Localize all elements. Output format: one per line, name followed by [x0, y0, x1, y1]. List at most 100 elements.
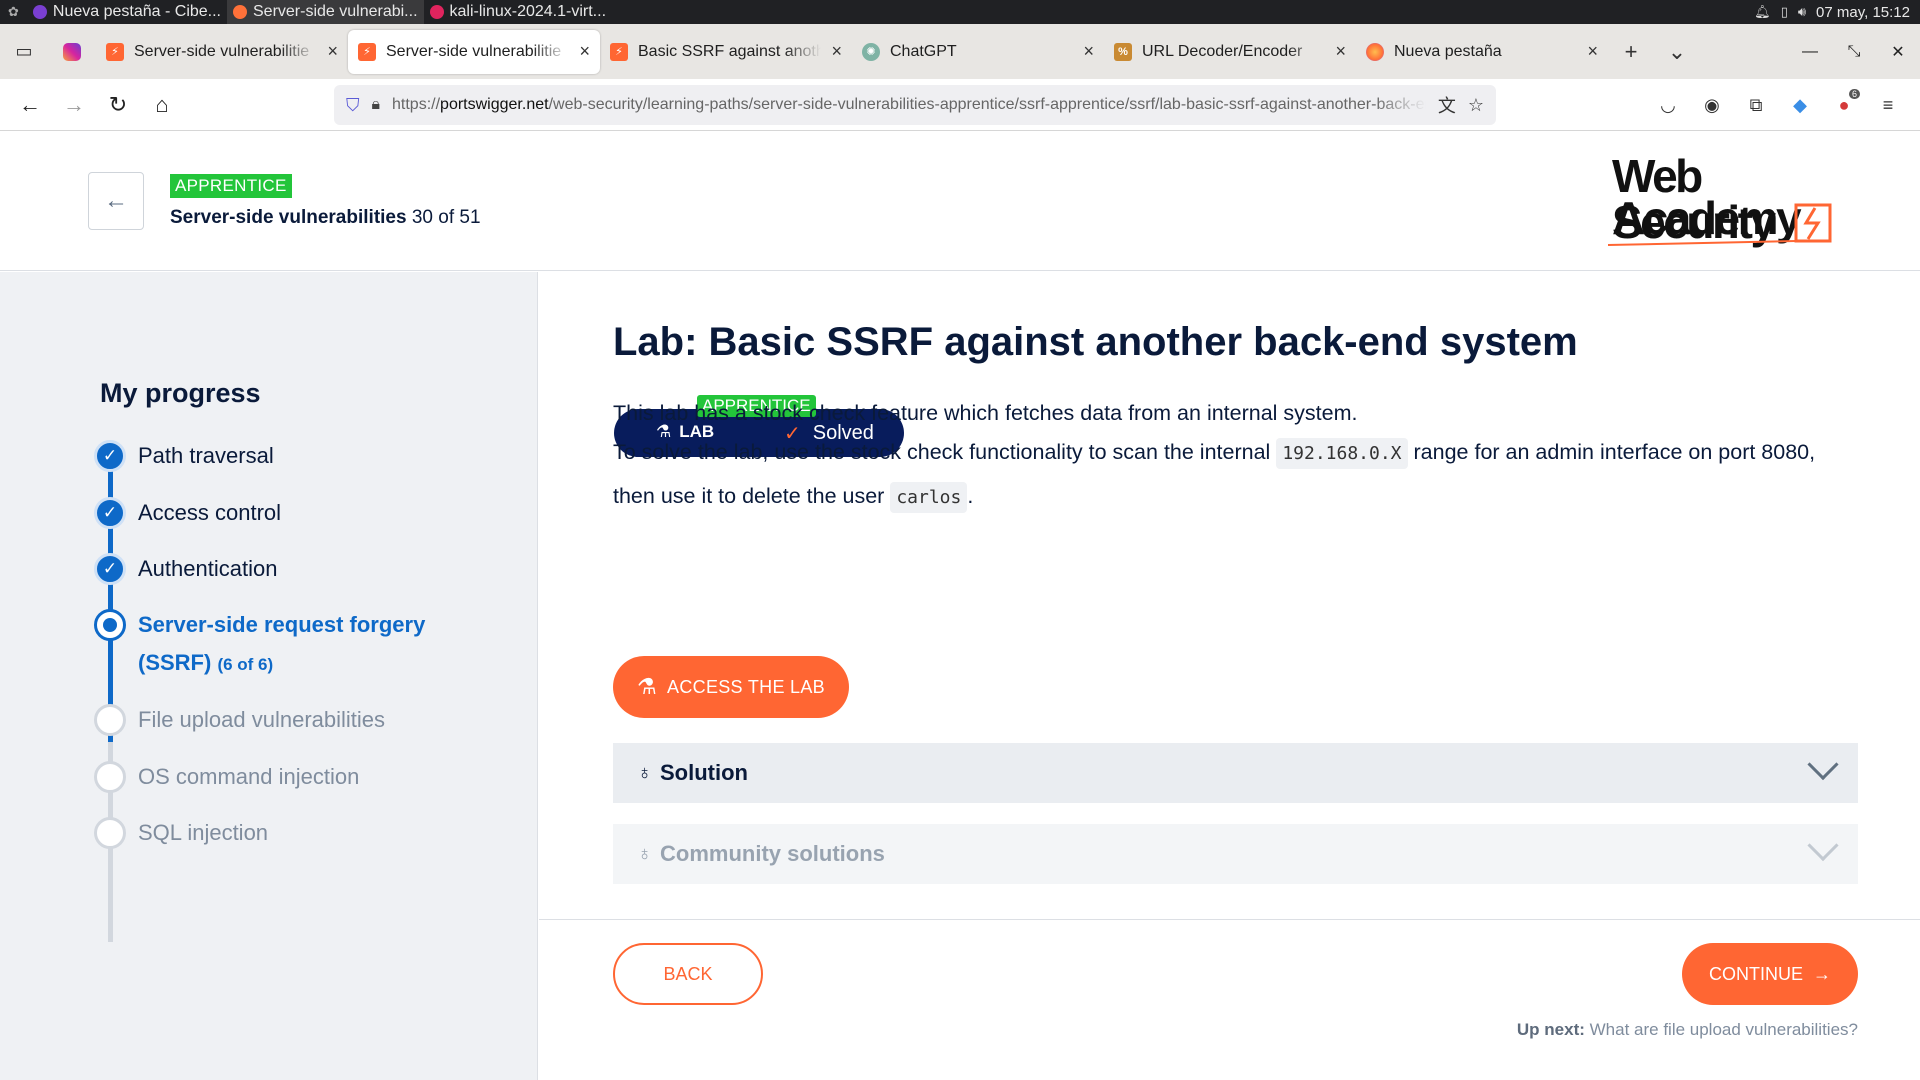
continue-button[interactable]: CONTINUE → [1682, 943, 1858, 1005]
url-text[interactable]: https://portswigger.net/web-security/lea… [392, 96, 1426, 114]
lock-icon[interactable]: 🔒︎ [372, 96, 381, 114]
progress-item-label: Authentication [138, 556, 278, 581]
lightbulb-icon: ♁ [637, 761, 652, 784]
tab-title: Nueva pestaña [1394, 42, 1502, 60]
empty-step-icon [94, 761, 126, 793]
extensions-icon[interactable]: ⧉ [1736, 83, 1776, 127]
username-code: carlos [890, 482, 968, 513]
firefox-icon [233, 5, 247, 19]
tab-pinned-instagram[interactable] [48, 30, 96, 74]
access-lab-button[interactable]: ⚗ ACCESS THE LAB [613, 656, 849, 718]
progress-item-sql-injection[interactable]: SQL injection [94, 817, 268, 849]
extension-blue-icon[interactable]: ◆ [1780, 83, 1820, 127]
close-icon[interactable]: × [1335, 41, 1346, 62]
community-label: Community solutions [660, 841, 885, 866]
battery-icon[interactable]: ▯ [1781, 4, 1788, 20]
chevron-down-icon [1807, 748, 1839, 781]
path-count: 30 of 51 [411, 207, 481, 228]
volume-icon[interactable]: 🔊︎ [1798, 4, 1806, 20]
tab-title: ChatGPT [890, 42, 957, 60]
close-window-icon[interactable]: ✕ [1876, 30, 1920, 74]
progress-item-label: Access control [138, 500, 282, 525]
progress-item-label: File upload vulnerabilities [138, 707, 386, 732]
forward-arrow-icon[interactable]: → [52, 83, 96, 127]
progress-item-path-traversal[interactable]: ✓ Path traversal [94, 440, 274, 472]
tab-list-chevron-icon[interactable]: ⌄ [1654, 30, 1700, 74]
hamburger-menu-icon[interactable]: ≡ [1868, 83, 1908, 127]
community-solutions-accordion[interactable]: ♁ Community solutions [613, 824, 1858, 884]
reload-icon[interactable]: ↻ [96, 83, 140, 127]
os-task-3[interactable]: kali-linux-2024.1-virt... [424, 0, 613, 24]
solution-accordion[interactable]: ♁ Solution [613, 743, 1858, 803]
tab-manager-icon[interactable]: ▭ [0, 24, 48, 79]
browser-tab[interactable]: ⚡ Server-side vulnerabilitie × [96, 30, 348, 74]
os-task-2[interactable]: Server-side vulnerabi... [227, 0, 424, 24]
browser-tab[interactable]: ✺ ChatGPT × [852, 30, 1104, 74]
check-icon: ✓ [94, 497, 126, 529]
close-icon[interactable]: × [579, 41, 590, 62]
logo-lightning-icon [1608, 203, 1832, 246]
ssrf-sub-count: (6 of 6) [217, 655, 274, 674]
close-icon[interactable]: × [1587, 41, 1598, 62]
progress-heading: My progress [100, 378, 261, 408]
lab-description-2: To solve the lab, use the stock check fu… [613, 431, 1858, 519]
path-name: Server-side vulnerabilities [170, 207, 407, 228]
minimize-icon[interactable]: — [1788, 30, 1832, 74]
up-next-title: What are file upload vulnerabilities? [1589, 1020, 1858, 1039]
chatgpt-icon: ✺ [862, 42, 880, 61]
burp-icon: ⚡ [106, 42, 124, 61]
up-next[interactable]: Up next: What are file upload vulnerabil… [1517, 1020, 1858, 1040]
progress-item-file-upload[interactable]: File upload vulnerabilities [94, 704, 385, 736]
chevron-down-icon [1807, 829, 1839, 862]
os-taskbar: ✿ Nueva pestaña - Cibe... Server-side vu… [0, 0, 1920, 24]
vm-icon [429, 5, 444, 19]
current-step-icon [94, 609, 126, 641]
arrow-left-icon: ← [104, 187, 128, 214]
flask-icon: ⚗ [637, 674, 658, 699]
os-clock[interactable]: 07 may, 15:12 [1816, 4, 1910, 21]
desc-text-c: . [967, 484, 974, 508]
account-icon[interactable]: ◉ [1692, 83, 1732, 127]
progress-item-os-command[interactable]: OS command injection [94, 761, 359, 793]
os-task-1[interactable]: Nueva pestaña - Cibe... [27, 0, 227, 24]
url-path: /web-security/learning-paths/server-side… [548, 96, 1426, 113]
tab-title: URL Decoder/Encoder [1142, 42, 1303, 60]
progress-sidebar: My progress ✓ Path traversal ✓ Access co… [0, 272, 538, 1080]
os-menu-icon[interactable]: ✿ [0, 0, 27, 24]
pocket-icon[interactable]: ◡ [1648, 83, 1688, 127]
progress-item-ssrf[interactable]: Server-side request forgery (SSRF) (6 of… [94, 609, 425, 684]
desc-text-a: To solve the lab, use the stock check fu… [613, 440, 1271, 464]
solution-label: Solution [660, 760, 748, 785]
web-security-academy-logo[interactable]: Web Security Academy [1608, 153, 1868, 253]
translate-icon[interactable]: 文 [1438, 92, 1456, 118]
url-bar[interactable]: ⛉ 🔒︎ https://portswigger.net/web-securit… [334, 85, 1496, 125]
back-to-path-button[interactable]: ← [88, 172, 144, 230]
lab-content: Lab: Basic SSRF against another back-end… [539, 272, 1920, 1080]
close-icon[interactable]: × [1083, 41, 1094, 62]
access-lab-label: ACCESS THE LAB [667, 676, 825, 697]
progress-item-access-control[interactable]: ✓ Access control [94, 497, 281, 529]
close-icon[interactable]: × [327, 41, 338, 62]
bookmark-star-icon[interactable]: ☆ [1468, 95, 1484, 116]
progress-item-label: SQL injection [138, 820, 269, 845]
up-next-label: Up next: [1516, 1020, 1585, 1039]
progress-item-authentication[interactable]: ✓ Authentication [94, 553, 277, 585]
back-arrow-icon[interactable]: ← [8, 83, 52, 127]
browser-tab[interactable]: Nueva pestaña × [1356, 30, 1608, 74]
tab-title: Server-side vulnerabilitie [386, 42, 562, 60]
browser-tab-active[interactable]: ⚡ Server-side vulnerabilitie × [348, 29, 600, 74]
new-tab-button[interactable]: + [1608, 30, 1654, 74]
ssrf-label-line2: (SSRF) [138, 650, 212, 675]
browser-tab[interactable]: % URL Decoder/Encoder × [1104, 30, 1356, 74]
home-icon[interactable]: ⌂ [140, 83, 184, 127]
restore-icon[interactable]: ⤡ [1832, 30, 1876, 74]
extension-red-icon[interactable]: ● 6 [1824, 83, 1864, 127]
bell-icon[interactable]: 🔔︎ [1754, 4, 1771, 20]
tab-title: Basic SSRF against anoth [638, 42, 822, 60]
burp-icon: ⚡ [610, 42, 628, 61]
close-icon[interactable]: × [831, 41, 842, 62]
browser-tab[interactable]: ⚡ Basic SSRF against anoth × [600, 30, 852, 74]
progress-item-label: OS command injection [138, 764, 360, 789]
shield-icon[interactable]: ⛉ [346, 95, 360, 116]
back-button[interactable]: BACK [613, 943, 763, 1005]
